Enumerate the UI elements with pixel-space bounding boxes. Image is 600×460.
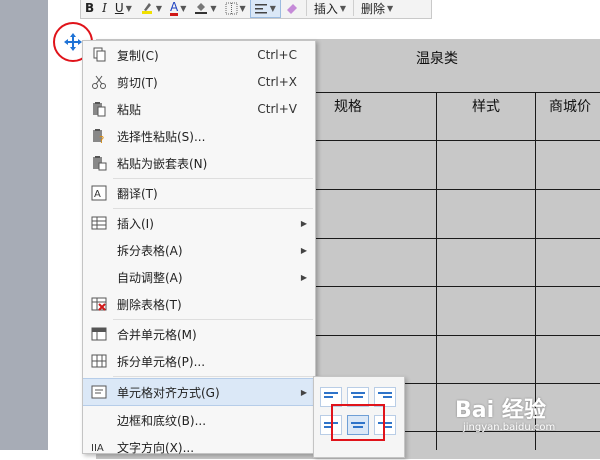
- document-margin: [0, 0, 48, 450]
- menu-item-label: 边框和底纹(B)...: [117, 413, 207, 428]
- menu-item-borders-shading[interactable]: 边框和底纹(B)...: [83, 407, 315, 433]
- mini-format-toolbar: B I U ▼ ▼ A ▼ ▼ ▼ ▼ 插入 ▼ 删除 ▼: [80, 0, 432, 19]
- cell-align-icon: [91, 385, 107, 399]
- menu-item-autofit[interactable]: 自动调整(A) ▶: [83, 264, 315, 290]
- watermark-url: jingyan.baidu.com: [463, 422, 556, 433]
- table-header-spec: 规格: [334, 99, 362, 115]
- menu-item-paste-special[interactable]: ? 选择性粘贴(S)...: [83, 123, 315, 149]
- svg-text:IIA: IIA: [91, 443, 104, 454]
- merge-cells-icon: [91, 327, 107, 341]
- menu-separator: [113, 376, 313, 377]
- align-button[interactable]: ▼: [249, 0, 281, 18]
- paste-special-icon: ?: [93, 129, 104, 144]
- svg-text:A: A: [94, 189, 101, 200]
- menu-separator: [113, 319, 313, 320]
- menu-shortcut: Ctrl+V: [257, 102, 297, 116]
- menu-shortcut: Ctrl+X: [257, 75, 297, 89]
- menu-item-split-cells[interactable]: 拆分单元格(P)...: [83, 348, 315, 374]
- menu-item-cell-alignment[interactable]: 单元格对齐方式(G) ▶: [83, 378, 315, 406]
- borders-button[interactable]: ▼: [221, 0, 250, 17]
- eraser-icon: [286, 4, 297, 14]
- menu-item-label: 复制(C): [117, 48, 159, 63]
- delete-table-icon: [91, 297, 107, 311]
- menu-item-label: 剪切(T): [117, 75, 158, 90]
- paste-icon: [93, 102, 106, 117]
- font-color-button[interactable]: A ▼: [166, 0, 190, 17]
- table-title: 温泉类: [416, 51, 458, 67]
- menu-item-translate[interactable]: A 翻译(T): [83, 180, 315, 206]
- paste-nested-icon: [93, 156, 107, 171]
- insert-button[interactable]: 插入 ▼: [310, 0, 350, 17]
- translate-icon: A: [91, 185, 107, 201]
- menu-item-label: 拆分单元格(P)...: [117, 354, 206, 369]
- font-color-label: A: [170, 0, 179, 16]
- toolbar-divider: [353, 0, 355, 16]
- menu-item-label: 自动调整(A): [117, 270, 183, 285]
- menu-item-label: 粘贴为嵌套表(N): [117, 156, 208, 171]
- menu-item-split-table[interactable]: 拆分表格(A) ▶: [83, 237, 315, 263]
- italic-button[interactable]: I: [98, 0, 111, 17]
- menu-separator: [113, 208, 313, 209]
- insert-table-icon: [91, 216, 107, 230]
- menu-item-label: 选择性粘贴(S)...: [117, 129, 206, 144]
- submenu-arrow-icon: ▶: [300, 245, 307, 255]
- insert-label: 插入: [313, 1, 338, 16]
- menu-shortcut: Ctrl+C: [257, 48, 297, 62]
- menu-item-paste-nested[interactable]: 粘贴为嵌套表(N): [83, 150, 315, 176]
- bold-button[interactable]: B: [81, 0, 98, 17]
- highlight-button[interactable]: ▼: [136, 0, 166, 17]
- delete-label: 删除: [361, 1, 386, 16]
- menu-item-insert[interactable]: 插入(I) ▶: [83, 210, 315, 236]
- menu-item-label: 文字方向(X)...: [117, 440, 195, 455]
- menu-item-label: 单元格对齐方式(G): [117, 385, 220, 400]
- menu-item-label: 删除表格(T): [117, 297, 182, 312]
- context-menu: 复制(C) Ctrl+C 剪切(T) Ctrl+X 粘贴 Ctrl+V ? 选择…: [82, 40, 316, 455]
- menu-item-cut[interactable]: 剪切(T) Ctrl+X: [83, 69, 315, 95]
- toolbar-divider: [305, 0, 307, 16]
- menu-item-label: 合并单元格(M): [117, 327, 197, 342]
- text-direction-icon: IIA: [91, 443, 104, 454]
- table-border: [436, 92, 437, 450]
- watermark-main: Bai 经验: [455, 398, 546, 423]
- paint-bucket-icon: [195, 3, 208, 14]
- bold-label: B: [85, 1, 95, 15]
- menu-item-merge-cells[interactable]: 合并单元格(M): [83, 321, 315, 347]
- menu-item-label: 拆分表格(A): [117, 243, 183, 258]
- underline-button[interactable]: U ▼: [111, 0, 136, 17]
- menu-item-paste[interactable]: 粘贴 Ctrl+V: [83, 96, 315, 122]
- menu-separator: [113, 178, 313, 179]
- copy-icon: [93, 47, 106, 62]
- delete-button[interactable]: 删除 ▼: [357, 0, 397, 17]
- shading-button[interactable]: ▼: [190, 0, 220, 17]
- annotation-rectangle: [331, 404, 385, 441]
- baidu-jingyan-watermark: Bai 经验 jingyan.baidu.com: [455, 392, 555, 433]
- submenu-arrow-icon: ▶: [300, 218, 307, 228]
- menu-item-label: 粘贴: [117, 102, 142, 117]
- table-header-price: 商城价: [549, 99, 591, 115]
- borders-icon: [225, 2, 238, 14]
- menu-item-label: 翻译(T): [117, 186, 158, 201]
- submenu-arrow-icon: ▶: [300, 272, 307, 282]
- scissors-icon: [92, 75, 106, 89]
- menu-item-label: 插入(I): [117, 216, 154, 231]
- split-cells-icon: [91, 354, 107, 368]
- align-left-icon: [254, 3, 267, 13]
- menu-item-delete-table[interactable]: 删除表格(T): [83, 291, 315, 317]
- table-header-style: 样式: [472, 99, 500, 115]
- italic-label: I: [102, 1, 107, 15]
- highlighter-icon: [141, 3, 152, 14]
- menu-item-text-direction[interactable]: IIA 文字方向(X)...: [83, 434, 315, 460]
- menu-item-copy[interactable]: 复制(C) Ctrl+C: [83, 42, 315, 68]
- eraser-button[interactable]: [281, 0, 303, 17]
- underline-label: U: [114, 1, 124, 15]
- svg-text:?: ?: [99, 135, 104, 144]
- submenu-arrow-icon: ▶: [300, 387, 307, 397]
